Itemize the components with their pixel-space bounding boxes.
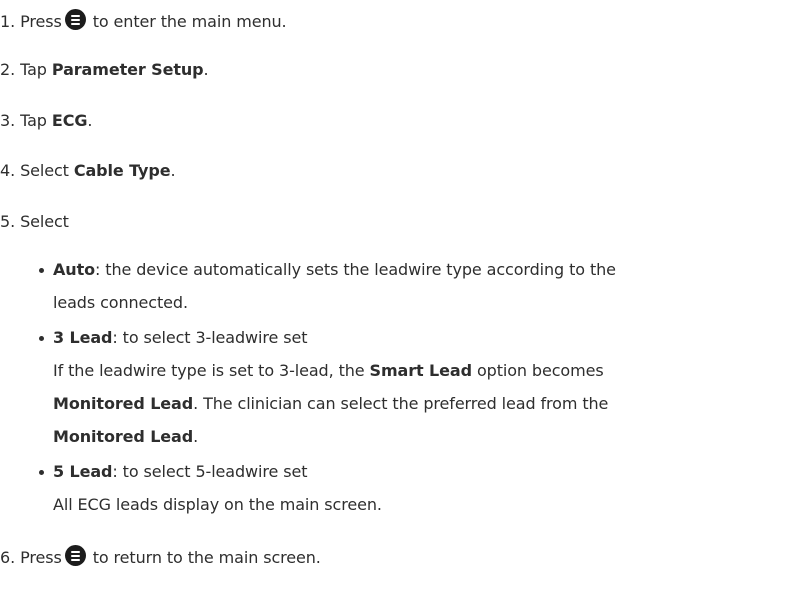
note-text: All ECG leads display on the main screen… (53, 495, 382, 514)
step-6: 6. Press to return to the main screen. (0, 545, 321, 568)
option-text: : to select 3-leadwire set (112, 328, 308, 347)
option-3-lead-note-1: If the leadwire type is set to 3-lead, t… (53, 361, 604, 381)
step-text: Select (20, 212, 69, 231)
bullet-dot (39, 336, 44, 341)
step-number: 4. (0, 161, 16, 180)
option-5-lead: 5 Lead: to select 5-leadwire set (53, 462, 308, 482)
step-number: 5. (0, 212, 16, 231)
option-text: : the device automatically sets the lead… (95, 260, 616, 279)
ui-term-smart-lead: Smart Lead (369, 361, 473, 380)
ui-term-parameter-setup: Parameter Setup (51, 60, 204, 79)
menu-button-icon (64, 9, 86, 30)
option-5-lead-note: All ECG leads display on the main screen… (53, 495, 382, 515)
ui-term-cable-type: Cable Type (73, 161, 171, 180)
menu-button-icon (64, 545, 86, 566)
step-text: Press (20, 548, 62, 567)
note-text: option becomes (476, 361, 604, 380)
step-4: 4. Select Cable Type. (0, 161, 176, 181)
ui-term-monitored-lead: Monitored Lead (53, 427, 194, 446)
ui-term-monitored-lead: Monitored Lead (53, 394, 194, 413)
step-number: 1. (0, 12, 16, 31)
note-text: . The clinician can select the preferred… (193, 394, 609, 413)
option-text: leads connected. (53, 293, 188, 312)
punctuation: . (193, 427, 199, 446)
punctuation: . (87, 111, 93, 130)
step-3: 3. Tap ECG. (0, 111, 92, 131)
step-number: 2. (0, 60, 16, 79)
option-3-lead: 3 Lead: to select 3-leadwire set (53, 328, 308, 348)
note-text: If the leadwire type is set to 3-lead, t… (53, 361, 365, 380)
punctuation: . (170, 161, 176, 180)
bullet-dot (39, 268, 44, 273)
step-text: to return to the main screen. (92, 548, 321, 567)
punctuation: . (203, 60, 209, 79)
option-label: Auto (53, 260, 96, 279)
option-3-lead-note-2: Monitored Lead. The clinician can select… (53, 394, 608, 414)
step-2: 2. Tap Parameter Setup. (0, 60, 209, 80)
option-label: 3 Lead (53, 328, 113, 347)
step-text: Tap (20, 60, 47, 79)
option-label: 5 Lead (53, 462, 113, 481)
step-5: 5. Select (0, 212, 69, 232)
step-text: Select (20, 161, 69, 180)
option-3-lead-note-3: Monitored Lead. (53, 427, 198, 447)
step-number: 3. (0, 111, 16, 130)
ui-term-ecg: ECG (51, 111, 88, 130)
option-text: : to select 5-leadwire set (112, 462, 308, 481)
step-text: Press (20, 12, 62, 31)
step-1: 1. Press to enter the main menu. (0, 9, 287, 32)
bullet-dot (39, 470, 44, 475)
step-text: to enter the main menu. (92, 12, 287, 31)
option-auto: Auto: the device automatically sets the … (53, 260, 616, 280)
instruction-document: 1. Press to enter the main menu. 2. Tap … (0, 0, 786, 603)
step-text: Tap (20, 111, 47, 130)
option-auto-cont: leads connected. (53, 293, 188, 313)
step-number: 6. (0, 548, 16, 567)
